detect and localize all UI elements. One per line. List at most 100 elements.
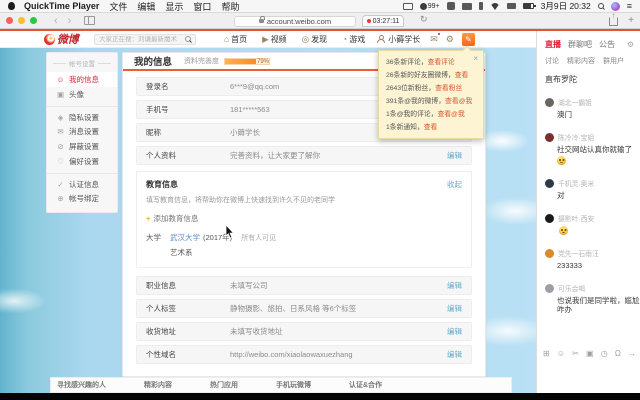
nav-item[interactable]: ⌂ 首页 xyxy=(224,34,247,45)
window-controls xyxy=(6,17,37,24)
chat-username[interactable]: 陈冷冷·宝姐 xyxy=(558,132,594,142)
chat-username[interactable]: 可乐会喝 xyxy=(558,283,585,293)
chat-tab[interactable]: 公告 xyxy=(599,39,615,50)
add-education-link[interactable]: +添加教育信息 xyxy=(146,213,462,224)
battery-icon[interactable] xyxy=(523,3,534,9)
search-input[interactable] xyxy=(99,36,185,43)
chat-username[interactable]: 党先一石雨汪 xyxy=(558,248,599,258)
siri-icon[interactable] xyxy=(611,2,620,11)
reload-button[interactable]: ↻ xyxy=(420,14,428,25)
sidebar-item[interactable]: ✉ 消息设置 xyxy=(47,124,117,139)
chat-settings-gear-icon[interactable]: ⚙ xyxy=(627,40,634,49)
menu-item[interactable]: 文件 xyxy=(109,0,127,13)
nav-item[interactable]: ◔ 游戏 xyxy=(342,34,365,45)
notification-link[interactable]: 查看 xyxy=(455,72,469,79)
school-link[interactable]: 武汉大学 xyxy=(170,232,200,243)
menu-item[interactable]: 显示 xyxy=(165,0,183,13)
bell-icon[interactable]: Ω xyxy=(615,349,621,358)
forward-button[interactable]: › xyxy=(68,14,72,28)
weibo-search-box[interactable] xyxy=(94,34,196,45)
display-icon[interactable] xyxy=(403,3,413,10)
chat-username[interactable]: 摄影叶·西安 xyxy=(558,213,594,223)
close-icon[interactable]: × xyxy=(473,55,478,63)
sidebar-item[interactable]: ☺ 我的信息 xyxy=(47,72,117,87)
avatar[interactable] xyxy=(545,284,554,293)
clock-icon[interactable]: ◷ xyxy=(601,349,608,358)
menu-item[interactable]: 帮助 xyxy=(221,0,239,13)
avatar[interactable] xyxy=(545,249,554,258)
visibility-dropdown[interactable]: 所有人可见 xyxy=(241,233,276,243)
sidebar-item[interactable]: ✓ 认证信息 xyxy=(47,173,117,191)
notification-link[interactable]: 查看@我 xyxy=(445,98,472,105)
weibo-logo[interactable]: 微博 xyxy=(44,31,78,47)
avatar[interactable] xyxy=(545,98,554,107)
footer-link[interactable]: 热门应用 xyxy=(210,380,238,390)
notification-link[interactable]: 查看粉丝 xyxy=(435,85,462,92)
chat-username[interactable]: 湖北一霸姐 xyxy=(558,97,592,107)
nav-item[interactable]: ◎ 发现 xyxy=(302,34,327,45)
compose-button[interactable]: ✎ xyxy=(462,33,475,46)
sidebar-item[interactable]: ▣ 头像 xyxy=(47,87,117,102)
edit-link[interactable]: 编辑 xyxy=(447,326,462,337)
wifi-icon[interactable] xyxy=(490,3,500,15)
nav-item[interactable]: ▶ 视频 xyxy=(262,34,287,45)
menu-item[interactable]: 编辑 xyxy=(137,0,155,13)
sidebar-item[interactable]: ⊕ 帐号绑定 xyxy=(47,191,117,206)
gift-icon[interactable]: ⊞ xyxy=(543,349,550,358)
settings-gear-icon[interactable]: ⚙ xyxy=(446,34,454,44)
avatar[interactable] xyxy=(545,214,554,223)
screen-mirroring-icon[interactable] xyxy=(507,3,516,9)
input-method-icon[interactable] xyxy=(447,2,455,10)
zoom-window-button[interactable] xyxy=(30,17,37,24)
messages-envelope-icon[interactable]: ✉ xyxy=(430,34,438,44)
new-tab-button[interactable]: + xyxy=(628,16,634,26)
edit-link[interactable]: 编辑 xyxy=(447,349,462,360)
sidebar-item[interactable]: ♡ 偏好设置 xyxy=(47,154,117,169)
scissors-icon[interactable]: ✂ xyxy=(572,349,579,358)
recording-timer[interactable]: 03:27:11 xyxy=(362,15,404,27)
address-bar[interactable]: account.weibo.com xyxy=(234,16,356,27)
notification-link[interactable]: 查看评论 xyxy=(428,59,455,66)
department-label: 艺术系 xyxy=(170,247,462,258)
chat-subtab[interactable]: 讨论 xyxy=(545,56,559,66)
avatar[interactable] xyxy=(545,179,554,188)
profile-menu[interactable]: 小薅学长 xyxy=(377,34,420,45)
chat-tab[interactable]: 群聊吧 xyxy=(568,39,592,50)
arrow-right-icon[interactable]: → xyxy=(628,349,636,358)
footer-link[interactable]: 寻找感兴趣的人 xyxy=(57,380,106,390)
keyboard-icon[interactable] xyxy=(462,3,472,10)
smiley-icon[interactable]: ☺ xyxy=(557,349,565,358)
chat-username[interactable]: 千机灵·奥米 xyxy=(558,178,594,188)
edit-link[interactable]: 编辑 xyxy=(447,280,462,291)
battery-percent-badge[interactable]: 99+ xyxy=(420,3,440,10)
bluetooth-icon[interactable] xyxy=(479,2,483,10)
apple-logo-icon[interactable] xyxy=(8,2,15,10)
edit-link[interactable]: 编辑 xyxy=(447,150,462,161)
footer-link[interactable]: 精彩内容 xyxy=(144,380,172,390)
footer-link[interactable]: 认证&合作 xyxy=(349,380,382,390)
notification-link[interactable]: 查看 xyxy=(424,124,438,131)
spotlight-search-icon[interactable] xyxy=(598,3,604,9)
picture-icon[interactable]: ▣ xyxy=(586,349,594,358)
footer-link[interactable]: 手机玩微博 xyxy=(276,380,311,390)
chat-tab[interactable]: 直播 xyxy=(545,39,561,50)
back-button[interactable]: ‹ xyxy=(54,14,58,28)
avatar[interactable] xyxy=(545,133,554,142)
sidebar-item[interactable]: ⊘ 屏蔽设置 xyxy=(47,139,117,154)
chat-subtab[interactable]: 精彩内容 xyxy=(567,56,595,66)
edit-link[interactable]: 编辑 xyxy=(447,303,462,314)
search-icon[interactable] xyxy=(185,36,191,42)
share-icon[interactable] xyxy=(609,17,618,26)
active-app-name[interactable]: QuickTime Player xyxy=(24,1,99,11)
sidebar-item[interactable]: ◈ 隐私设置 xyxy=(47,106,117,124)
menu-bar-clock[interactable]: 3月9日 20:32 xyxy=(541,0,591,12)
close-window-button[interactable] xyxy=(6,17,13,24)
minimize-window-button[interactable] xyxy=(18,17,25,24)
notification-center-icon[interactable]: ≡ xyxy=(627,1,632,11)
field-value: 静物摄影、旅拍、日系风格 等6个标签 xyxy=(230,303,447,314)
sidebar-toggle-icon[interactable] xyxy=(84,16,95,25)
chat-subtab[interactable]: 群用户 xyxy=(603,56,624,66)
menu-item[interactable]: 窗口 xyxy=(193,0,211,13)
notification-link[interactable]: 查看@我 xyxy=(437,111,464,118)
collapse-link[interactable]: 收起 xyxy=(447,179,462,190)
